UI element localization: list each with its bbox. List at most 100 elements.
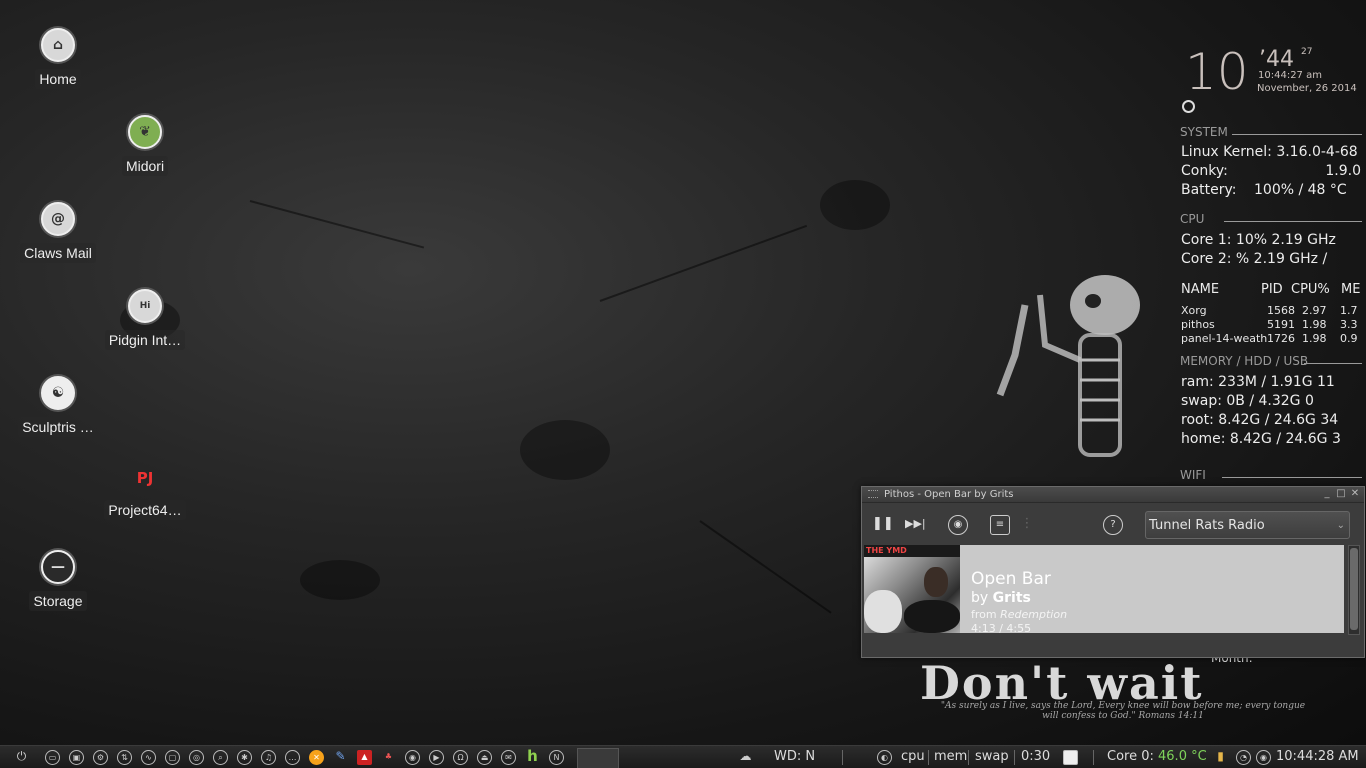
core-temp-value: 46.0 °C: [1158, 749, 1207, 764]
taskbar-separator: [968, 750, 969, 765]
song-row[interactable]: THE YMD Open Bar by Grits from Redemptio…: [864, 545, 1344, 633]
desktop-icon-claws-mail[interactable]: @ Claws Mail: [17, 202, 99, 263]
section-wifi: WIFI: [1180, 468, 1362, 482]
desktop-icon-storage[interactable]: — Storage: [17, 550, 99, 611]
desktop-icon-project64[interactable]: PJ Project64…: [104, 463, 186, 520]
launcher-chat-icon[interactable]: …: [285, 750, 300, 765]
pause-button[interactable]: ❚❚: [872, 515, 894, 533]
minimize-button[interactable]: _: [1322, 489, 1332, 499]
preferences-button[interactable]: ?: [1103, 515, 1123, 535]
launcher-hexchat-icon[interactable]: h: [525, 749, 540, 765]
cpu-graph-icon: ◐: [877, 750, 892, 765]
song-artist-line: by Grits: [971, 590, 1031, 606]
song-menu-button[interactable]: ≡: [990, 515, 1010, 535]
station-name: Tunnel Rats Radio: [1149, 518, 1265, 533]
skip-button[interactable]: ▶▶|: [905, 515, 926, 533]
wall-crack: [699, 520, 832, 614]
network-icon[interactable]: ◔: [1236, 750, 1251, 765]
close-button[interactable]: ✕: [1350, 489, 1360, 499]
from-label: from: [971, 608, 997, 621]
window-titlebar[interactable]: Pithos - Open Bar by Grits _ □ ✕: [862, 487, 1364, 503]
launcher-gear-icon[interactable]: ✱: [237, 750, 252, 765]
scrollbar-thumb[interactable]: [1350, 548, 1358, 630]
desktop-icon-sculptris[interactable]: ☯ Sculptris …: [17, 376, 99, 437]
album-art: THE YMD: [864, 545, 960, 633]
clock-date: November, 26 2014: [1257, 83, 1357, 94]
launcher-eject-icon[interactable]: ⏏: [477, 750, 492, 765]
conky-version-row: Conky: 1.9.0: [1181, 163, 1361, 179]
power-icon[interactable]: ⏻: [14, 750, 29, 765]
wallpaper-verse: "As surely as I live, says the Lord, Eve…: [940, 701, 1306, 721]
battery-value: 100% / 48 °C: [1254, 182, 1347, 198]
launcher-display-icon[interactable]: ▢: [165, 750, 180, 765]
proc-header-mem: ME: [1341, 282, 1361, 297]
taskbar: ⏻ ▭ ▣ ⚙ ⇅ ∿ ▢ ◎ ⌕ ✱ ♫ … ✕ ✎ ▲ ♣ ◉ ▶ Ω ⏏ …: [0, 745, 1366, 768]
section-heading: SYSTEM: [1180, 125, 1228, 139]
desktop-icon-midori[interactable]: ❦ Midori: [104, 115, 186, 176]
battery-icon[interactable]: ▮: [1213, 750, 1228, 765]
pithos-window[interactable]: Pithos - Open Bar by Grits _ □ ✕ ❚❚ ▶▶| …: [861, 486, 1365, 658]
kernel-label: Linux Kernel:: [1181, 144, 1272, 160]
desktop-icon-label: Home: [35, 69, 81, 89]
album-art-figure: [924, 567, 948, 597]
wall-texture: [300, 560, 380, 600]
mem-swap: swap: 0B / 4.32G 0: [1181, 393, 1314, 409]
album-art-band: THE YMD: [864, 545, 960, 557]
notes-icon[interactable]: [1063, 750, 1078, 765]
launcher-headphones-icon[interactable]: Ω: [453, 750, 468, 765]
station-selector[interactable]: Tunnel Rats Radio ⌄: [1145, 511, 1350, 539]
launcher-audio-icon[interactable]: ♫: [261, 750, 276, 765]
launcher-terminal-icon[interactable]: ▭: [45, 750, 60, 765]
desktop-icon-label: Claws Mail: [20, 243, 96, 263]
album-art-figure: [904, 600, 960, 633]
desktop-icon-home[interactable]: ⌂ Home: [17, 28, 99, 89]
player-toolbar: ❚❚ ▶▶| ◉ ≡ ⋮ ? Tunnel Rats Radio ⌄: [862, 503, 1364, 545]
clock-minute: ’44: [1259, 47, 1294, 72]
launcher-camera-icon[interactable]: ◎: [189, 750, 204, 765]
launcher-media-player-icon[interactable]: ▶: [429, 750, 444, 765]
maximize-button[interactable]: □: [1336, 489, 1346, 499]
task-button[interactable]: [577, 748, 619, 768]
launcher-network-icon[interactable]: ⇅: [117, 750, 132, 765]
cpu-core1: Core 1: 10% 2.19 GHz: [1181, 232, 1336, 248]
taskbar-clock[interactable]: 10:44:28 AM: [1276, 749, 1359, 764]
home-icon: ⌂: [41, 28, 75, 62]
volume-icon[interactable]: ◉: [1256, 750, 1271, 765]
clock-hour: 10: [1185, 43, 1249, 101]
song-artist: Grits: [992, 590, 1031, 606]
claws-mail-icon: @: [41, 202, 75, 236]
launcher-monitor-icon[interactable]: ∿: [141, 750, 156, 765]
proc-header-cpu: CPU%: [1291, 282, 1330, 297]
song-progress: 4:13 / 4:55: [971, 622, 1032, 633]
sculptris-icon: ☯: [41, 376, 75, 410]
section-cpu: CPU: [1180, 212, 1362, 226]
launcher-steam-icon[interactable]: ◉: [405, 750, 420, 765]
window-menu-icon[interactable]: [868, 490, 878, 498]
proc-name: Xorg: [1181, 304, 1207, 317]
skeleton-artwork: [996, 275, 1140, 457]
launcher-files-icon[interactable]: ▣: [69, 750, 84, 765]
song-album-line: from Redemption: [971, 608, 1067, 621]
desktop-icon-label: Project64…: [104, 500, 186, 520]
swap-monitor[interactable]: swap: [975, 749, 1009, 764]
battery-label: Battery:: [1181, 182, 1237, 198]
cpu-monitor[interactable]: cpu: [901, 749, 925, 764]
launcher-game-icon[interactable]: ♣: [381, 750, 396, 765]
launcher-blender-icon[interactable]: ✎: [333, 750, 348, 765]
mem-monitor[interactable]: mem: [934, 749, 967, 764]
section-memory: MEMORY / HDD / USB: [1180, 354, 1362, 368]
launcher-settings-icon[interactable]: ⚙: [93, 750, 108, 765]
taskbar-separator: [928, 750, 929, 765]
mem-home: home: 8.42G / 24.6G 3: [1181, 431, 1341, 447]
volume-button[interactable]: ◉: [948, 515, 968, 535]
launcher-mail-icon[interactable]: ✉: [501, 750, 516, 765]
clock-minute-value: 44: [1266, 47, 1294, 72]
desktop-icon-pidgin[interactable]: Hi Pidgin Int…: [104, 289, 186, 350]
launcher-n-icon[interactable]: N: [549, 750, 564, 765]
storage-icon: —: [41, 550, 75, 584]
search-icon[interactable]: ⌕: [213, 750, 228, 765]
launcher-red-app-icon[interactable]: ▲: [357, 750, 372, 765]
song-list-scrollbar[interactable]: [1348, 545, 1360, 635]
launcher-x-icon[interactable]: ✕: [309, 750, 324, 765]
desktop-icon-label: Storage: [29, 591, 87, 611]
